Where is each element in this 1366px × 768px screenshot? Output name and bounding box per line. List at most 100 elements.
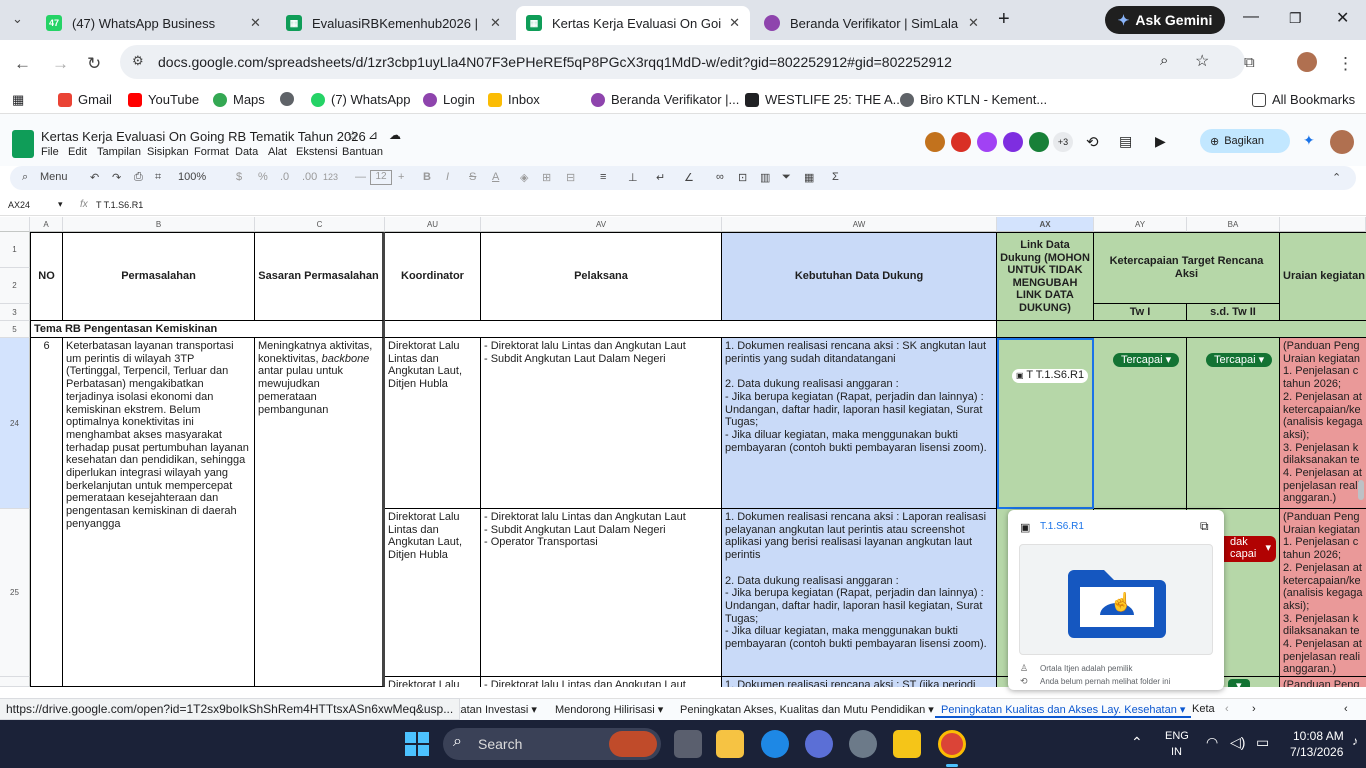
cell-koordinator[interactable]: Direktorat Lalu Lintas dan Angkutan Laut… (385, 338, 481, 509)
decimal-increase-button[interactable]: .00 (302, 171, 317, 183)
bookmark-inbox[interactable]: Inbox (488, 92, 540, 107)
wrap-icon[interactable]: ↵ (656, 171, 665, 184)
address-bar[interactable]: ⚙ docs.google.com/spreadsheets/d/1zr3cbp… (120, 45, 1245, 79)
column-header[interactable]: AV (481, 217, 722, 232)
cloud-status-icon[interactable]: ☁ (389, 128, 401, 142)
align-icon[interactable]: ≡ (600, 171, 606, 183)
row-header[interactable]: 3 (0, 304, 30, 321)
status-chip-tercapai[interactable]: Tercapai ▾ (1113, 352, 1180, 367)
text-color-button[interactable]: A (492, 171, 499, 183)
menu-extensions[interactable]: Ekstensi (296, 146, 338, 158)
header-ketercapaian[interactable]: Ketercapaian Target Rencana Aksi (1094, 232, 1280, 304)
header-pelaksana[interactable]: Pelaksana (481, 232, 722, 321)
merge-icon[interactable]: ⊟ (566, 171, 575, 184)
name-box[interactable]: AX24 (8, 200, 30, 210)
bookmark-globe[interactable] (280, 92, 300, 106)
status-chip-tercapai[interactable]: Tercapai ▾ (1206, 352, 1273, 367)
sheet-tab[interactable]: Mendorong Hilirisasi ▾ (555, 703, 663, 716)
notification-bell-icon[interactable]: ♪ (1352, 734, 1358, 748)
strikethrough-button[interactable]: S (469, 171, 476, 183)
header-uraian[interactable]: Uraian kegiatan (1280, 232, 1366, 321)
comments-icon[interactable]: ▤ (1119, 133, 1132, 150)
close-icon[interactable]: ✕ (729, 15, 740, 31)
all-bookmarks[interactable]: All Bookmarks (1252, 92, 1355, 107)
column-header[interactable] (1280, 217, 1366, 232)
menu-tools[interactable]: Alat (268, 146, 287, 158)
menu-view[interactable]: Tampilan (97, 146, 141, 158)
currency-button[interactable]: $ (236, 171, 242, 183)
percent-button[interactable]: % (258, 171, 268, 183)
header-koordinator[interactable]: Koordinator (385, 232, 481, 321)
header-sasaran[interactable]: Sasaran Permasalahan (255, 232, 385, 321)
borders-icon[interactable]: ⊞ (542, 171, 551, 184)
row-header[interactable]: 25 (0, 509, 30, 677)
menu-file[interactable]: File (41, 146, 59, 158)
row-header[interactable] (0, 677, 30, 687)
tab-kertas-kerja[interactable]: ▦ Kertas Kerja Evaluasi On Going ✕ (516, 6, 750, 40)
menu-insert[interactable]: Sisipkan (147, 146, 189, 158)
clock-date[interactable]: 7/13/2026 (1290, 745, 1343, 759)
header-no[interactable]: NO (30, 232, 63, 321)
tab-search-icon[interactable]: ⌄ (12, 11, 23, 27)
bookmark-westlife[interactable]: WESTLIFE 25: THE A... (745, 92, 903, 107)
header-sdtw2[interactable]: s.d. Tw II (1187, 304, 1280, 321)
edge-icon[interactable] (761, 730, 789, 758)
zoom-select[interactable]: 100% (178, 171, 206, 183)
collaborators-more[interactable]: +3 (1053, 132, 1073, 152)
extensions-icon[interactable]: ⧉ (1244, 54, 1255, 71)
bookmark-beranda[interactable]: Beranda Verifikator |... (591, 92, 739, 107)
minimize-button[interactable]: — (1243, 8, 1259, 26)
header-kebutuhan[interactable]: Kebutuhan Data Dukung (722, 232, 997, 321)
filter-icon[interactable]: ⏷ (782, 171, 791, 184)
column-header[interactable]: C (255, 217, 385, 232)
cell-sasaran[interactable]: Meningkatnya aktivitas, konektivitas, ba… (255, 338, 385, 687)
volume-icon[interactable]: ◁) (1230, 734, 1245, 751)
bookmark-gmail[interactable]: Gmail (58, 92, 112, 107)
copy-icon[interactable]: ⧉ (1200, 519, 1209, 534)
bookmark-maps[interactable]: Maps (213, 92, 265, 107)
sheets-logo-icon[interactable] (12, 130, 34, 158)
camera-icon[interactable] (849, 730, 877, 758)
back-icon[interactable]: ← (14, 54, 31, 74)
cell-kebutuhan[interactable]: 1. Dokumen realisasi rencana aksi : Lapo… (722, 509, 997, 677)
vertical-scrollbar[interactable] (1358, 480, 1364, 500)
bold-button[interactable]: B (423, 171, 431, 183)
status-chip[interactable]: ▾ (1228, 679, 1250, 687)
paint-format-icon[interactable]: ⌗ (155, 171, 161, 184)
bookmark-login[interactable]: Login (423, 92, 475, 107)
windows-start-icon[interactable] (405, 732, 429, 756)
scroll-right-icon[interactable]: › (1252, 703, 1256, 715)
star-icon[interactable]: ☆ (347, 128, 359, 144)
card-link-title[interactable]: T.1.S6.R1 (1040, 521, 1084, 532)
print-icon[interactable]: ⎙ (134, 171, 143, 184)
collapse-sidebar-icon[interactable]: ‹ (1344, 703, 1348, 715)
functions-button[interactable]: Σ (832, 171, 839, 183)
cell-kebutuhan[interactable]: 1. Dokumen realisasi rencana aksi : SK a… (722, 338, 997, 509)
column-header[interactable]: B (63, 217, 255, 232)
cell-tw1[interactable]: Tercapai ▾ (1094, 338, 1187, 509)
profile-avatar[interactable] (1297, 52, 1317, 72)
cell-uraian[interactable]: (Panduan Peng Uraian kegiatan 1. Penjela… (1280, 338, 1366, 509)
select-all-corner[interactable] (0, 217, 30, 232)
row-header[interactable]: 24 (0, 338, 30, 509)
cell-uraian[interactable]: (Panduan Peng Uraian kegiatan 1. Penjela… (1280, 509, 1366, 677)
collaborator-avatar[interactable] (925, 132, 945, 152)
maximize-button[interactable]: ❐ (1289, 10, 1302, 27)
collapse-toolbar-icon[interactable]: ⌃ (1332, 171, 1341, 184)
cell-pelaksana[interactable]: - Direktorat lalu Lintas dan Angkutan La… (481, 677, 722, 687)
comment-icon[interactable]: ⊡ (738, 171, 747, 184)
redo-icon[interactable]: ↷ (112, 171, 121, 184)
tema-empty-cell[interactable] (385, 321, 997, 338)
chrome-menu-icon[interactable]: ⋮ (1337, 54, 1354, 74)
new-tab-button[interactable]: + (998, 8, 1010, 31)
menu-data[interactable]: Data (235, 146, 258, 158)
close-icon[interactable]: ✕ (490, 15, 501, 31)
battery-icon[interactable]: ▭ (1256, 734, 1269, 751)
wifi-icon[interactable]: ◠ (1206, 734, 1218, 751)
drive-chip[interactable]: ▣ T T.1.S6.R1 (1012, 369, 1089, 384)
link-icon[interactable]: ∞ (716, 171, 724, 183)
close-icon[interactable]: ✕ (250, 15, 261, 31)
cell-no[interactable]: 6 (30, 338, 63, 687)
collaborator-avatar[interactable] (977, 132, 997, 152)
cell-pelaksana[interactable]: - Direktorat lalu Lintas dan Angkutan La… (481, 509, 722, 677)
